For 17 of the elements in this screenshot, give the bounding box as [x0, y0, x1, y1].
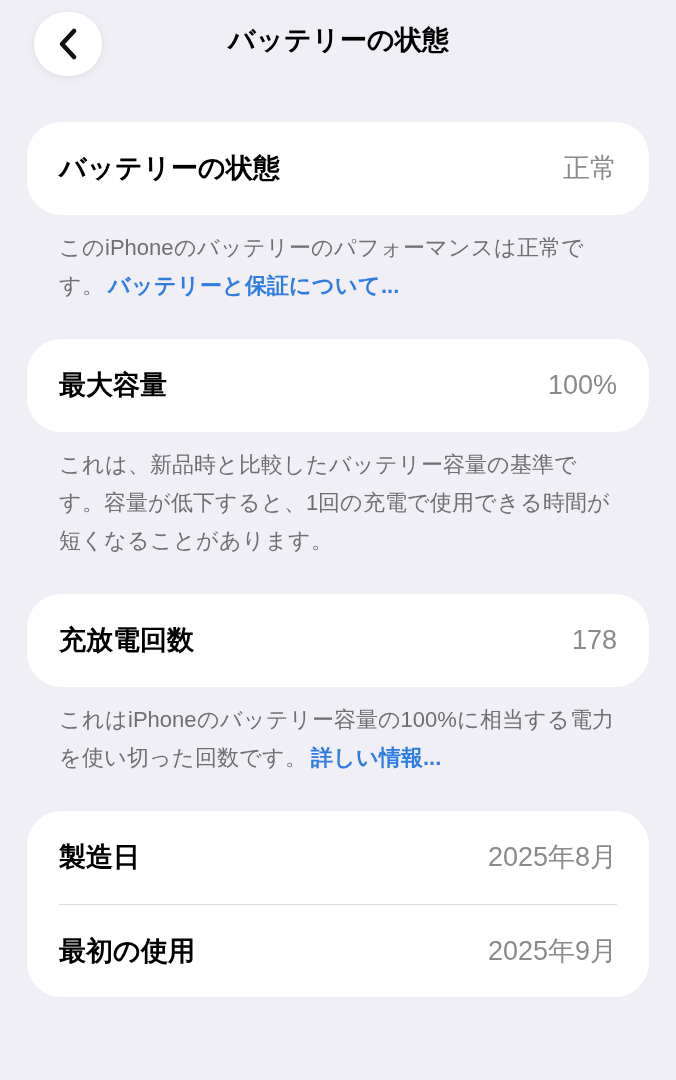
- row-value: 2025年9月: [487, 934, 617, 968]
- back-icon: [58, 28, 78, 60]
- info-link[interactable]: 詳しい情報...: [311, 745, 442, 770]
- row-label: 充放電回数: [59, 624, 194, 658]
- row-label: 製造日: [59, 841, 140, 875]
- row-label: 最初の使用: [59, 934, 195, 968]
- info-link[interactable]: バッテリーと保証について...: [108, 273, 400, 298]
- row-label: 最大容量: [59, 369, 167, 403]
- row-value: 2025年8月: [487, 841, 617, 875]
- row-value: 178: [571, 624, 617, 658]
- row-value: 正常: [563, 152, 617, 186]
- footnote-text: このiPhoneのバッテリーのパフォーマンスは正常です。 バッテリーと保証について...: [58, 234, 585, 300]
- footnote-text: これはiPhoneのバッテリー容量の100%に相当する電力を使い切った回数です。 詳しい情報...: [58, 706, 615, 772]
- row-label: バッテリーの状態: [59, 152, 280, 186]
- page-title: バッテリーの状態: [227, 24, 449, 57]
- footnote-text: これは、新品時と比較したバッテリー容量の基準です。容量が低下すると、1回の充電で使用できる時間が短くなることがあります。: [58, 451, 612, 555]
- row-value: 100%: [547, 369, 617, 403]
